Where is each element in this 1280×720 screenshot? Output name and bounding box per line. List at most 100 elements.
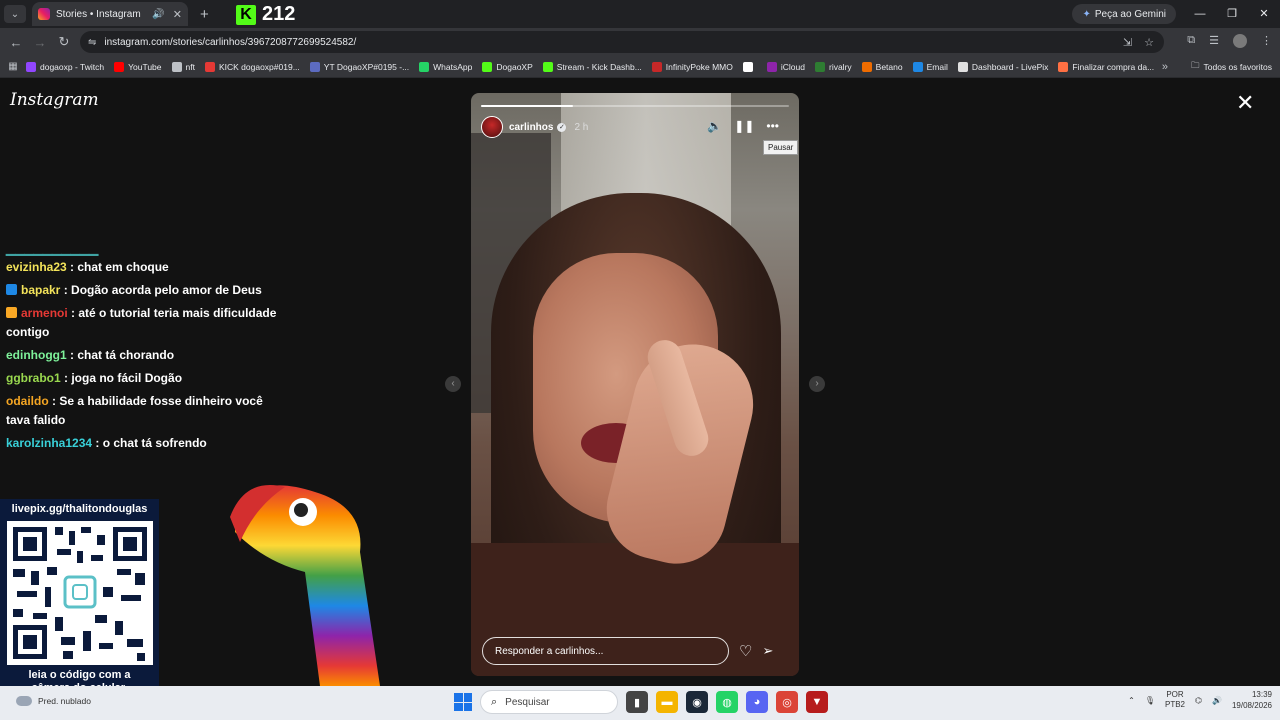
instagram-favicon-icon bbox=[38, 8, 50, 20]
gemini-button[interactable]: ✦ Peça ao Gemini bbox=[1072, 4, 1176, 24]
whatsapp-icon[interactable]: ◍ bbox=[716, 691, 738, 713]
livepix-panel: livepix.gg/thalitondouglas leia o código… bbox=[0, 499, 159, 702]
stream-chat-overlay: ▁▁▁▁▁▁▁▁▁▁ evizinha23 : chat em choque ba… bbox=[0, 246, 290, 455]
bookmark-label: YouTube bbox=[128, 61, 162, 72]
story-viewer[interactable]: carlinhos ✓ 2 h 🔈 ❚❚ ••• Pausar Responde… bbox=[471, 93, 799, 676]
bookmark-item[interactable]: InfinityPoke MMO bbox=[651, 61, 733, 72]
bookmark-item[interactable]: YT DogaoXP#0195 -... bbox=[309, 61, 409, 72]
story-username[interactable]: carlinhos bbox=[509, 122, 553, 133]
maximize-button[interactable]: ❐ bbox=[1216, 0, 1248, 28]
bookmark-item[interactable]: iCloud bbox=[766, 61, 805, 72]
bookmark-item[interactable]: Finalizar compra da... bbox=[1058, 61, 1154, 72]
more-options-icon[interactable]: ••• bbox=[766, 119, 779, 133]
forward-button[interactable]: → bbox=[28, 35, 52, 50]
reload-button[interactable]: ↻ bbox=[52, 34, 76, 50]
steam-icon[interactable]: ◉ bbox=[686, 691, 708, 713]
weather-widget[interactable]: Pred. nublado bbox=[16, 696, 91, 706]
bookmark-item[interactable]: Betano bbox=[861, 61, 903, 72]
bookmark-item[interactable]: Email bbox=[912, 61, 948, 72]
language-line1: POR bbox=[1166, 690, 1184, 699]
chat-message: odaildo : Se a habilidade fosse dinheiro… bbox=[0, 390, 290, 432]
windows-start-icon[interactable] bbox=[454, 693, 472, 711]
url-text[interactable]: instagram.com/stories/carlinhos/39672087… bbox=[104, 37, 356, 48]
cloud-icon bbox=[16, 696, 32, 706]
bookmark-item[interactable]: nft bbox=[171, 61, 195, 72]
pause-tooltip: Pausar bbox=[763, 140, 799, 155]
rainbow-sock-puppet-image bbox=[225, 472, 395, 691]
chat-badge-icon bbox=[6, 307, 17, 318]
bookmark-favicon-icon bbox=[651, 61, 662, 72]
next-story-button[interactable]: › bbox=[809, 376, 825, 392]
pause-icon[interactable]: ❚❚ bbox=[734, 119, 754, 133]
send-icon[interactable]: ➢ bbox=[762, 643, 773, 659]
network-icon[interactable]: ⌬ bbox=[1195, 696, 1202, 705]
bookmark-item[interactable]: KICK dogaoxp#019... bbox=[204, 61, 300, 72]
clock-time: 13:39 bbox=[1251, 690, 1272, 699]
menu-icon[interactable]: ⋮ bbox=[1261, 34, 1272, 48]
search-placeholder: Pesquisar bbox=[505, 696, 550, 708]
speaker-icon[interactable]: 🔊 bbox=[152, 9, 164, 20]
like-heart-icon[interactable]: ♡ bbox=[739, 642, 752, 660]
language-indicator[interactable]: POR PTB2 bbox=[1165, 690, 1185, 710]
chat-message: ggbrabo1 : joga no fácil Dogão bbox=[0, 367, 290, 390]
apps-grid-icon[interactable]: ▦ bbox=[0, 61, 26, 72]
bookmark-favicon-icon bbox=[171, 61, 182, 72]
minimize-button[interactable]: — bbox=[1184, 0, 1216, 28]
bookmark-item[interactable]: rivalry bbox=[814, 61, 852, 72]
new-tab-button[interactable]: + bbox=[200, 6, 209, 23]
bookmark-item[interactable] bbox=[742, 61, 757, 72]
discord-icon[interactable]: ◕ bbox=[746, 691, 768, 713]
story-time: 2 h bbox=[574, 121, 589, 133]
file-explorer-icon[interactable]: ▬ bbox=[656, 691, 678, 713]
previous-story-button[interactable]: ‹ bbox=[445, 376, 461, 392]
site-info-icon[interactable]: ⇋ bbox=[88, 37, 96, 48]
tab-search-icon[interactable]: ⌄ bbox=[4, 5, 26, 23]
clock[interactable]: 13:39 19/08/2026 bbox=[1232, 689, 1272, 711]
bookmark-favicon-icon bbox=[912, 61, 923, 72]
chat-badge-icon bbox=[6, 284, 17, 295]
chrome-icon[interactable]: ◎ bbox=[776, 691, 798, 713]
bookmark-item[interactable]: Dashboard - LivePix bbox=[957, 61, 1048, 72]
bookmark-label: nft bbox=[185, 61, 195, 72]
livepix-url: livepix.gg/thalitondouglas bbox=[11, 503, 148, 515]
verified-badge-icon: ✓ bbox=[557, 122, 567, 132]
profile-avatar[interactable] bbox=[1233, 34, 1247, 48]
more-bookmarks-icon[interactable]: » bbox=[1162, 61, 1168, 73]
volume-icon[interactable]: 🔈 bbox=[707, 119, 722, 133]
bookmark-label: Stream - Kick Dashb... bbox=[556, 61, 642, 72]
taskbar-search[interactable]: ⌕ Pesquisar bbox=[480, 690, 618, 714]
microphone-icon[interactable]: 🎙 bbox=[1145, 696, 1155, 705]
all-bookmarks-button[interactable]: 🗀 Todos os favoritos bbox=[1191, 60, 1272, 74]
bookmark-item[interactable]: Stream - Kick Dashb... bbox=[542, 61, 642, 72]
bookmark-favicon-icon bbox=[957, 61, 968, 72]
reply-input[interactable]: Responder a carlinhos... bbox=[482, 637, 729, 665]
bookmark-star-icon[interactable]: ☆ bbox=[1144, 36, 1154, 49]
volume-tray-icon[interactable]: 🔊 bbox=[1212, 696, 1222, 705]
bookmark-item[interactable]: YouTube bbox=[114, 61, 162, 72]
story-avatar[interactable] bbox=[481, 116, 503, 138]
bookmark-item[interactable]: DogaoXP bbox=[482, 61, 533, 72]
app-icon[interactable]: ▼ bbox=[806, 691, 828, 713]
all-bookmarks-label: Todos os favoritos bbox=[1203, 61, 1272, 72]
close-stories-icon[interactable]: ✕ bbox=[1236, 92, 1254, 114]
instagram-logo[interactable]: Instagram bbox=[10, 90, 99, 110]
tab-title: Stories • Instagram bbox=[56, 8, 141, 20]
close-window-button[interactable]: ✕ bbox=[1248, 0, 1280, 28]
close-tab-icon[interactable]: ✕ bbox=[173, 8, 182, 21]
extensions-icon[interactable]: ⧉ bbox=[1187, 34, 1195, 48]
bookmark-item[interactable]: WhatsApp bbox=[419, 61, 472, 72]
omnibox[interactable]: ⇋ instagram.com/stories/carlinhos/396720… bbox=[80, 31, 1164, 53]
back-button[interactable]: ← bbox=[4, 35, 28, 50]
system-tray: ⌃ 🎙 POR PTB2 ⌬ 🔊 13:39 19/08/2026 bbox=[1128, 689, 1272, 711]
chat-username: bapakr bbox=[21, 283, 61, 297]
install-app-icon[interactable]: ⇲ bbox=[1123, 36, 1132, 49]
tab-list-icon[interactable]: ☰ bbox=[1209, 34, 1219, 48]
task-view-icon[interactable]: ▮ bbox=[626, 691, 648, 713]
chat-username: karolzinha1234 bbox=[6, 436, 93, 450]
chat-text: : chat em choque bbox=[70, 260, 169, 274]
bookmark-item[interactable]: dogaoxp - Twitch bbox=[26, 61, 104, 72]
tray-expand-icon[interactable]: ⌃ bbox=[1128, 696, 1135, 705]
clock-date: 19/08/2026 bbox=[1231, 701, 1272, 710]
tab-stories-instagram[interactable]: Stories • Instagram 🔊 ✕ bbox=[32, 2, 188, 26]
weather-text: Pred. nublado bbox=[38, 696, 91, 706]
